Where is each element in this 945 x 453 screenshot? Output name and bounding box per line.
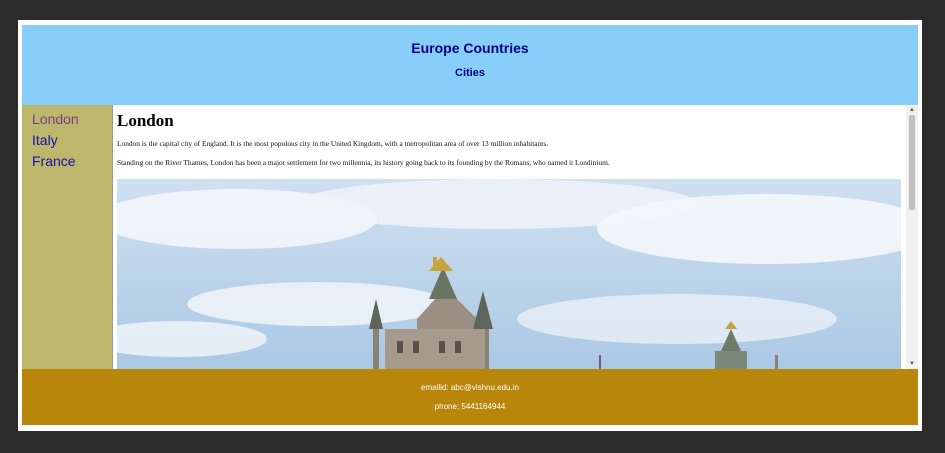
sidebar-nav: London Italy France xyxy=(22,105,113,369)
browser-frame: Europe Countries Cities London Italy Fra… xyxy=(18,20,922,431)
sidebar-link-london[interactable]: London xyxy=(22,109,112,130)
content-frame: London London is the capital city of Eng… xyxy=(113,105,918,369)
scrollbar-thumb[interactable] xyxy=(909,115,915,210)
page-layout: Europe Countries Cities London Italy Fra… xyxy=(22,25,918,425)
scroll-up-arrow-icon[interactable]: ▲ xyxy=(906,105,918,115)
page-subtitle: Cities xyxy=(455,67,485,79)
content-heading: London xyxy=(117,111,174,130)
content-paragraph: Standing on the River Thames, London has… xyxy=(117,158,610,167)
content-scroll-area: London London is the capital city of Eng… xyxy=(113,105,906,369)
page-header: Europe Countries Cities xyxy=(22,25,918,105)
sidebar-link-italy[interactable]: Italy xyxy=(22,130,112,151)
page-title: Europe Countries xyxy=(411,40,529,56)
content-paragraph: London is the capital city of England. I… xyxy=(117,139,549,148)
tower-bridge-photo xyxy=(117,179,901,369)
page-footer: emailid: abc@vishnu.edu.in phone: 544116… xyxy=(22,369,918,425)
content-scrollbar[interactable]: ▲ ▼ xyxy=(906,105,918,369)
footer-email: emailid: abc@vishnu.edu.in xyxy=(421,383,519,392)
photo-illustration xyxy=(117,179,901,369)
sidebar-link-france[interactable]: France xyxy=(22,151,112,172)
footer-phone: phone: 5441164944 xyxy=(434,402,506,411)
scroll-down-arrow-icon[interactable]: ▼ xyxy=(906,359,918,369)
